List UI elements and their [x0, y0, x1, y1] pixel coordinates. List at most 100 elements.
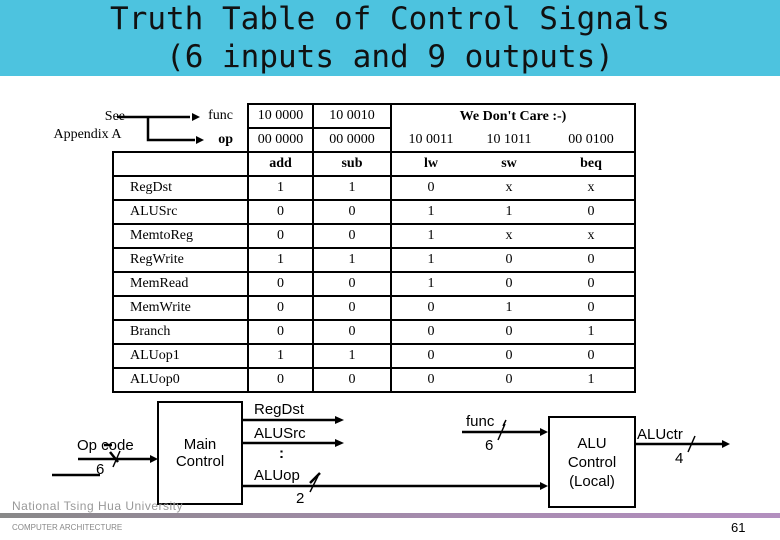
value-cell: 0	[470, 247, 548, 273]
value-cell: 0	[391, 367, 470, 393]
value-cell: x	[470, 175, 548, 201]
table-row: ALUop1 1 1 0 0 0	[112, 343, 636, 369]
value-cell: 0	[312, 295, 392, 321]
dont-care-label: We Don't Care :-)	[390, 103, 636, 128]
signal-label: RegWrite	[112, 247, 249, 273]
signal-label: Branch	[112, 319, 249, 345]
value-cell: 0	[247, 223, 314, 249]
value-cell: 0	[548, 295, 636, 321]
table-row: ALUSrc 0 0 1 1 0	[112, 199, 636, 225]
func-label: func	[208, 108, 233, 123]
instr-sub: sub	[312, 151, 392, 177]
cell: 10 0000	[247, 103, 314, 129]
value-cell: 0	[312, 223, 392, 249]
value-cell: 0	[247, 199, 314, 225]
cell: 10 0010	[312, 103, 392, 129]
value-cell: 1	[548, 367, 636, 393]
signal-label: MemRead	[112, 271, 249, 297]
value-cell: 0	[470, 343, 548, 369]
value-cell: 0	[548, 343, 636, 369]
value-cell: 0	[312, 271, 392, 297]
value-cell: 1	[247, 343, 314, 369]
value-cell: 1	[312, 343, 392, 369]
footer-band	[0, 513, 780, 518]
value-cell: 0	[391, 175, 470, 201]
value-cell: 0	[470, 319, 548, 345]
alusrc-output: ALUSrc	[254, 425, 306, 442]
value-cell: 1	[548, 319, 636, 345]
value-cell: 1	[247, 247, 314, 273]
aluctr-label: ALUctr	[637, 426, 683, 443]
value-cell: 0	[247, 295, 314, 321]
value-cell: x	[548, 223, 636, 249]
value-cell: 1	[391, 199, 470, 225]
value-cell: 0	[548, 247, 636, 273]
value-cell: 1	[470, 295, 548, 321]
alu-label: ALU	[577, 434, 607, 452]
value-cell: 0	[247, 271, 314, 297]
instr-add: add	[247, 151, 314, 177]
opcode-label: Op code	[77, 437, 134, 454]
control-label: Control	[567, 453, 617, 471]
value-cell: 0	[548, 199, 636, 225]
course-name: COMPUTER ARCHITECTURE	[12, 523, 123, 532]
table-row: MemWrite 0 0 0 1 0	[112, 295, 636, 321]
value-cell: 1	[391, 247, 470, 273]
table-row: RegDst 1 1 0 x x	[112, 175, 636, 201]
opcode-width: 6	[96, 461, 105, 478]
aluctr-width: 4	[675, 450, 684, 467]
op-label: op	[218, 131, 233, 147]
alu-control-box: ALU Control (Local)	[548, 416, 636, 508]
instr-lw: lw	[391, 151, 470, 177]
signal-label: ALUop0	[112, 367, 249, 393]
signal-label: ALUSrc	[112, 199, 249, 225]
corner-cell	[112, 151, 249, 177]
value-cell: 1	[247, 175, 314, 201]
value-cell: 0	[312, 367, 392, 393]
table-row: ALUop0 0 0 0 0 1	[112, 367, 636, 393]
table-row: MemRead 0 0 1 0 0	[112, 271, 636, 297]
table-row: RegWrite 1 1 1 0 0	[112, 247, 636, 273]
aluop-output: ALUop	[254, 467, 300, 484]
regdst-output: RegDst	[254, 401, 305, 418]
value-cell: 0	[470, 271, 548, 297]
value-cell: 1	[470, 199, 548, 225]
value-cell: 0	[247, 319, 314, 345]
instr-sw: sw	[470, 151, 548, 177]
value-cell: x	[548, 175, 636, 201]
value-cell: 0	[470, 367, 548, 393]
table-row: MemtoReg 0 0 1 x x	[112, 223, 636, 249]
ellipsis: :	[279, 445, 284, 462]
signal-label: RegDst	[112, 175, 249, 201]
signal-label: MemWrite	[112, 295, 249, 321]
func-row: func 10 0000 10 0010 We Don't Care :-)	[113, 103, 636, 129]
cell: 10 1011	[486, 131, 532, 147]
aluop-width: 2	[296, 490, 305, 507]
value-cell: 1	[312, 247, 392, 273]
value-cell: 0	[548, 271, 636, 297]
value-cell: 1	[391, 223, 470, 249]
value-cell: 0	[391, 295, 470, 321]
value-cell: 1	[312, 175, 392, 201]
func-label: func	[466, 413, 495, 430]
control-label: Control	[175, 453, 225, 470]
func-width: 6	[485, 437, 494, 454]
op-row: op 00 0000 00 0000 10 0011 10 1011 00 01…	[113, 127, 636, 153]
value-cell: 0	[312, 199, 392, 225]
cell: 00 0000	[312, 127, 392, 153]
local-label: (Local)	[569, 472, 615, 490]
signal-label: MemtoReg	[112, 223, 249, 249]
signal-label: ALUop1	[112, 343, 249, 369]
cell: 00 0000	[247, 127, 314, 153]
instr-beq: beq	[548, 151, 636, 177]
university-name: National Tsing Hua University	[12, 499, 184, 513]
value-cell: 0	[312, 319, 392, 345]
truth-table: func 10 0000 10 0010 We Don't Care :-) o…	[112, 103, 636, 393]
value-cell: 1	[391, 271, 470, 297]
instr-row: add sub lw sw beq	[112, 151, 636, 177]
table-row: Branch 0 0 0 0 1	[112, 319, 636, 345]
value-cell: x	[470, 223, 548, 249]
value-cell: 0	[391, 343, 470, 369]
cell: 00 0100	[548, 128, 636, 152]
value-cell: 0	[391, 319, 470, 345]
